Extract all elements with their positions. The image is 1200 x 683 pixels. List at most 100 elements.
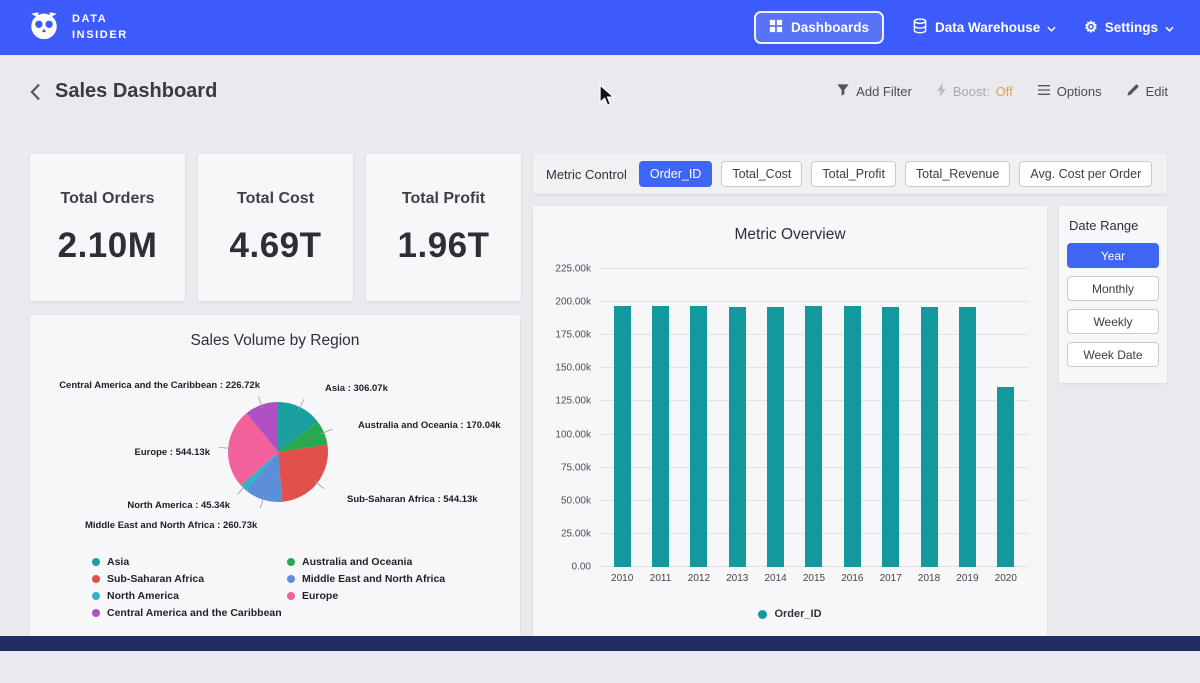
kpi-label: Total Cost [198,190,353,208]
bar-plot: 0.0025.00k50.00k75.00k100.00k125.00k150.… [599,269,1029,567]
bar-2010[interactable] [614,306,631,567]
grid-icon [769,19,783,36]
pie-chart-title: Sales Volume by Region [30,332,520,350]
page-title: Sales Dashboard [55,80,217,103]
x-axis-tick-label: 2010 [603,573,641,584]
kpi-value: 2.10M [30,226,185,266]
bar-xlabels: 2010201120122013201420152016201720182019… [599,573,1029,584]
x-axis-tick-label: 2017 [872,573,910,584]
pie-legend-item: Sub-Saharan Africa [92,573,287,585]
date-range-week-date-button[interactable]: Week Date [1067,342,1159,367]
bar-2018[interactable] [921,307,938,567]
x-axis-tick-label: 2019 [948,573,986,584]
metric-chip-avg-cost[interactable]: Avg. Cost per Order [1019,161,1152,187]
legend-label: Sub-Saharan Africa [107,573,204,585]
x-axis-tick-label: 2011 [641,573,679,584]
bar-legend: Order_ID [533,608,1047,620]
back-button[interactable] [30,83,41,101]
metric-chip-total-cost[interactable]: Total_Cost [721,161,802,187]
bar-column [756,269,794,567]
gear-icon: ⚙ [1084,20,1097,35]
pie-legend-item: Australia and Oceania [287,556,445,568]
dashboards-button[interactable]: Dashboards [754,11,884,44]
edit-label: Edit [1146,84,1168,99]
metric-chip-total-profit[interactable]: Total_Profit [811,161,896,187]
pie-area: Asia : 306.07k Australia and Oceania : 1… [30,358,520,548]
boost-toggle[interactable]: Boost: Off [936,83,1013,100]
bar-2020[interactable] [997,387,1014,567]
kpi-value: 1.96T [366,226,521,266]
bar-2014[interactable] [767,307,784,567]
bar-column [680,269,718,567]
legend-dot [287,575,295,583]
legend-dot [287,558,295,566]
date-range-panel: Date Range Year Monthly Weekly Week Date [1059,206,1167,383]
metric-chip-total-revenue[interactable]: Total_Revenue [905,161,1010,187]
settings-label: Settings [1105,20,1158,35]
date-range-title: Date Range [1069,218,1159,233]
top-navbar: DATA INSIDER Dashboards Data Warehous [0,0,1200,55]
metric-overview-card: Metric Overview 0.0025.00k50.00k75.00k10… [533,206,1047,648]
pie-legend-item: Europe [287,590,445,602]
x-axis-tick-label: 2018 [910,573,948,584]
x-axis-tick-label: 2016 [833,573,871,584]
settings-menu[interactable]: ⚙ Settings [1084,20,1174,35]
date-range-weekly-button[interactable]: Weekly [1067,309,1159,334]
bar-column [987,269,1025,567]
bar-chart-title: Metric Overview [533,226,1047,244]
bar-2011[interactable] [652,306,669,567]
y-axis-tick-label: 25.00k [561,528,591,539]
legend-label: Asia [107,556,129,568]
legend-label: Middle East and North Africa [302,573,445,585]
data-warehouse-menu[interactable]: Data Warehouse [912,18,1056,37]
legend-label: North America [107,590,179,602]
metric-control-label: Metric Control [546,167,627,182]
bar-2013[interactable] [729,307,746,567]
y-axis-tick-label: 175.00k [555,330,591,341]
bar-2019[interactable] [959,307,976,567]
chevron-down-icon [1165,20,1174,35]
options-button[interactable]: Options [1037,84,1102,99]
kpi-card-total-profit: Total Profit 1.96T [366,154,521,301]
bar-column [872,269,910,567]
bar-legend-label: Order_ID [774,608,821,620]
footer-bar [0,636,1200,651]
pie-label-asia: Asia : 306.07k [325,383,388,394]
legend-dot [287,592,295,600]
legend-label: Europe [302,590,338,602]
metric-chip-order-id[interactable]: Order_ID [639,161,712,187]
y-axis-tick-label: 0.00 [572,562,591,573]
bar-series [599,269,1029,567]
pie-label-australia-oceania: Australia and Oceania : 170.04k [358,420,501,431]
date-range-year-button[interactable]: Year [1067,243,1159,268]
bar-column [603,269,641,567]
x-axis-tick-label: 2013 [718,573,756,584]
bar-2016[interactable] [844,306,861,567]
brand: DATA INSIDER [26,8,128,47]
edit-button[interactable]: Edit [1126,83,1168,100]
y-axis-tick-label: 75.00k [561,462,591,473]
owl-logo-icon [26,8,62,47]
bar-legend-dot [758,610,767,619]
bar-2017[interactable] [882,307,899,567]
brand-line1: DATA [72,12,128,27]
pie-legend-col-0: Asia Sub-Saharan Africa North America Centr… [92,556,287,619]
chevron-down-icon [1047,20,1056,35]
database-icon [912,18,928,37]
add-filter-button[interactable]: Add Filter [836,83,912,100]
y-axis-tick-label: 125.00k [555,396,591,407]
brand-line2: INSIDER [72,28,128,43]
bar-2015[interactable] [805,306,822,567]
pie-label-sub-saharan-africa: Sub-Saharan Africa : 544.13k [347,494,478,505]
pie-slice-sub-saharan-africa[interactable] [278,445,328,502]
bar-column [833,269,871,567]
pie-legend-item: Central America and the Caribbean [92,607,287,619]
main-content: Total Orders 2.10M Total Cost 4.69T Tota… [0,103,1200,683]
kpi-card-total-orders: Total Orders 2.10M [30,154,185,301]
brand-text: DATA INSIDER [72,12,128,43]
list-icon [1037,84,1051,99]
y-axis-tick-label: 225.00k [555,264,591,275]
metric-control-bar: Metric Control Order_ID Total_Cost Total… [533,154,1167,194]
date-range-monthly-button[interactable]: Monthly [1067,276,1159,301]
bar-2012[interactable] [690,306,707,567]
